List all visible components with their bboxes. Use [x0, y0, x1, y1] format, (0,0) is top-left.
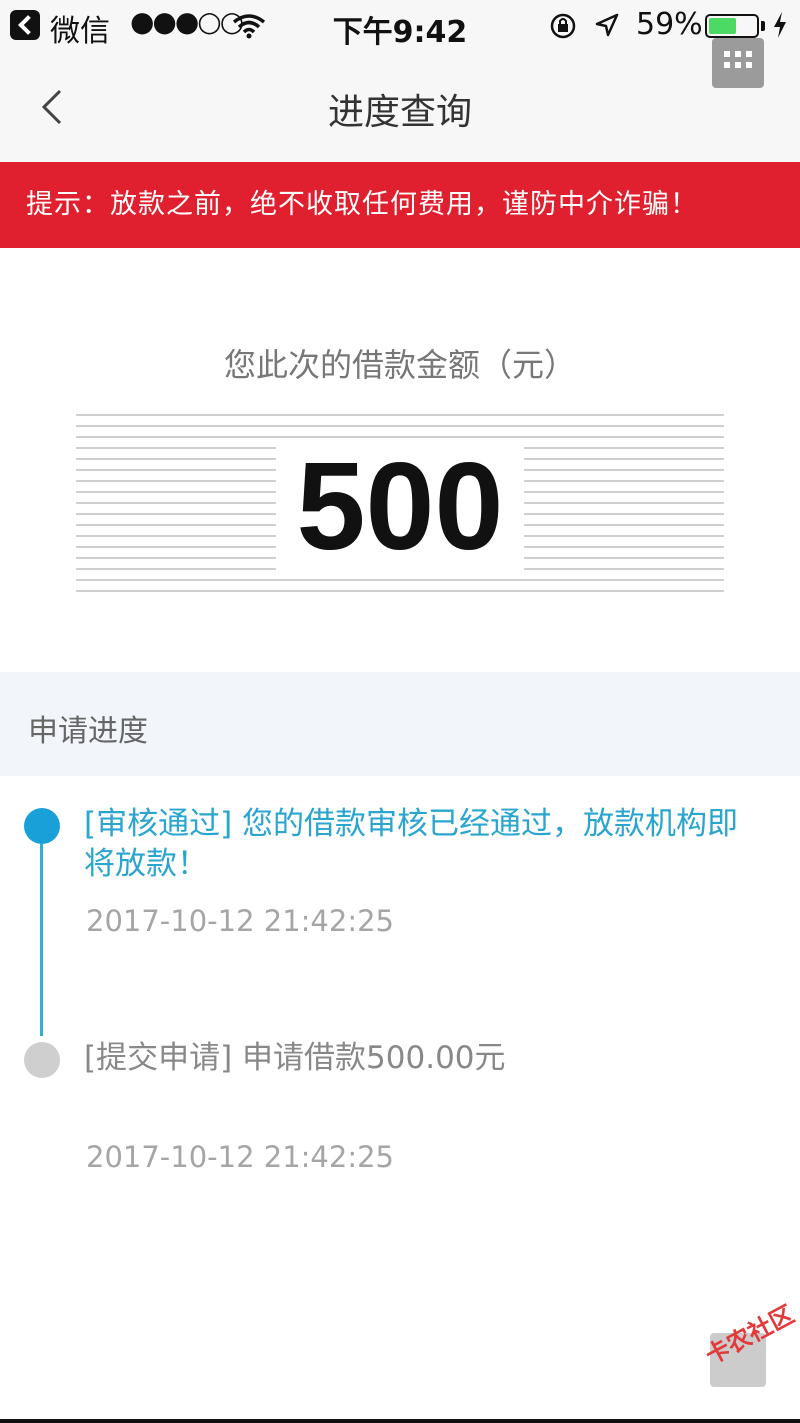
battery-level-fill — [709, 18, 736, 34]
rotation-lock-icon — [550, 13, 576, 39]
timeline-dot-idle — [24, 1042, 60, 1078]
timeline-connector — [40, 826, 43, 1036]
battery-tip — [761, 21, 765, 31]
amount-box: 500 — [76, 414, 724, 600]
status-bar: 微信 ●●●○○ 下午9:42 59% — [0, 0, 800, 52]
timeline-step-submitted-text: [提交申请] 申请借款500.00元 — [84, 1040, 506, 1076]
grid-menu-icon[interactable] — [712, 38, 764, 88]
timeline-step-approved-text: [审核通过] 您的借款审核已经通过，放款机构即将放款！ — [84, 806, 739, 882]
timeline-step-submitted-time: 2017-10-12 21:42:25 — [86, 1140, 394, 1174]
page-title: 进度查询 — [327, 92, 472, 133]
charging-bolt-icon — [774, 12, 786, 38]
battery-icon — [705, 14, 759, 38]
battery-percent: 59% — [636, 7, 703, 42]
amount-value: 500 — [296, 438, 504, 576]
timeline-step-approved-time: 2017-10-12 21:42:25 — [86, 904, 394, 938]
fraud-warning-banner: 提示：放款之前，绝不收取任何费用，谨防中介诈骗！ — [0, 162, 800, 248]
nav-bar: 进度查询 — [0, 38, 800, 162]
timeline-dot-active — [24, 808, 60, 844]
progress-section-title: 申请进度 — [28, 714, 148, 749]
location-arrow-icon — [595, 13, 619, 37]
progress-section-header: 申请进度 — [0, 672, 800, 776]
bottom-edge — [0, 1419, 800, 1423]
amount-label: 您此次的借款金额（元） — [223, 346, 576, 384]
